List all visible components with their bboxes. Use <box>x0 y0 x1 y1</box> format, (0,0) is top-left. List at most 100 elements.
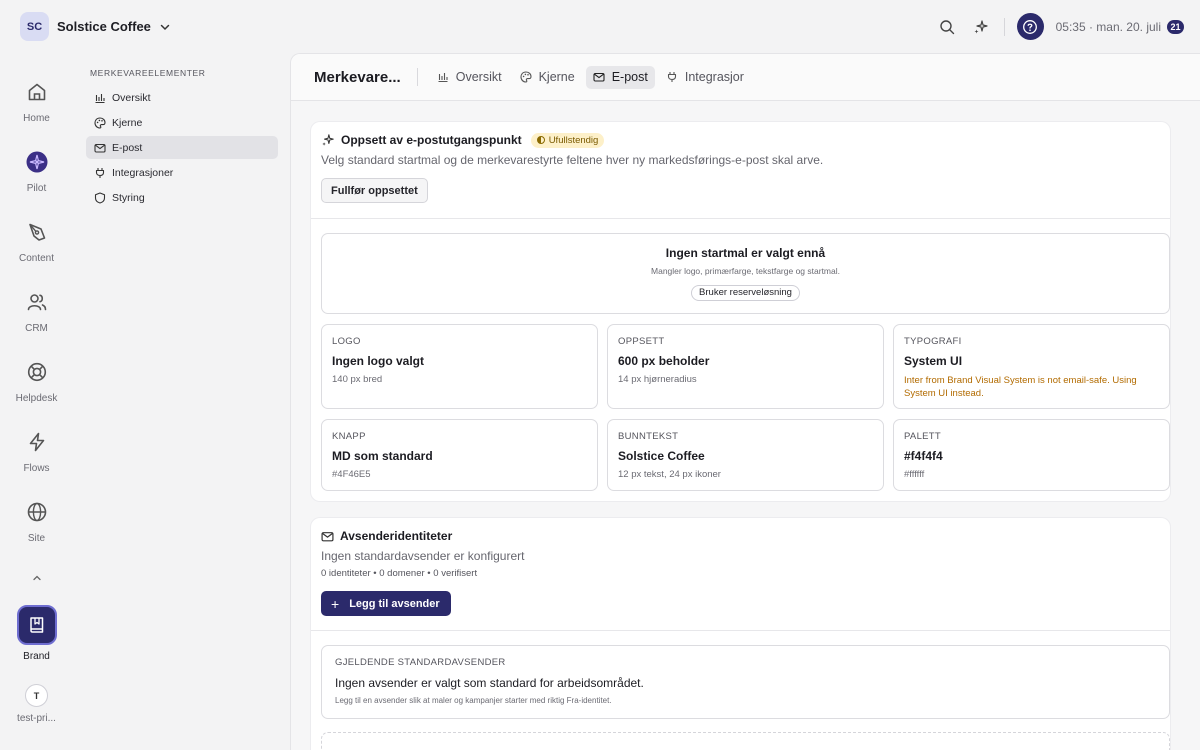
tile-label: LOGO <box>332 336 361 347</box>
tile-palette[interactable]: PALETT #f4f4f4 #ffffff <box>893 419 1170 491</box>
palette-icon <box>520 71 533 84</box>
workspace-avatar[interactable]: SC <box>20 12 49 41</box>
bar-chart-icon <box>93 91 106 104</box>
mail-icon <box>321 530 334 543</box>
subnav-label: Kjerne <box>112 116 143 129</box>
sender-placeholder <box>321 732 1170 750</box>
help-button[interactable] <box>1016 13 1044 40</box>
rail-item-home[interactable]: Home <box>0 79 73 124</box>
palette-icon <box>93 116 106 129</box>
bar-chart-icon <box>437 71 450 84</box>
tab-divider <box>416 68 418 86</box>
chevron-up-icon <box>24 565 50 591</box>
tile-layout[interactable]: OPPSETT 600 px beholder 14 px hjørneradi… <box>607 324 884 409</box>
tab-label: Oversikt <box>455 70 502 84</box>
sparkles-icon <box>321 133 335 147</box>
tile-sub: 140 px bred <box>332 374 383 385</box>
tile-logo[interactable]: LOGO Ingen logo valgt 140 px bred <box>321 324 598 409</box>
email-setup-card: Oppsett av e-postutgangspunkt Ufullstend… <box>311 122 1170 501</box>
sender-identities-card: Avsenderidentiteter Ingen standardavsend… <box>311 518 1170 750</box>
notice-subtitle: Mangler logo, primærfarge, tekstfarge og… <box>651 266 840 276</box>
shield-icon <box>93 191 106 204</box>
rail-label: Flows <box>23 463 50 474</box>
lifebuoy-icon <box>24 359 50 385</box>
tile-label: PALETT <box>904 431 941 442</box>
rail-item-content[interactable]: Content <box>0 219 73 264</box>
rail-user[interactable]: T test-pri... <box>0 684 73 724</box>
avatar: T <box>25 684 48 707</box>
chevron-down-icon[interactable] <box>159 20 173 34</box>
tile-sub: #ffffff <box>904 469 925 480</box>
default-sender-box: GJELDENDE STANDARDAVSENDER Ingen avsende… <box>321 645 1170 719</box>
add-sender-button[interactable]: + Legg til avsender <box>321 591 451 616</box>
rail-label: Pilot <box>26 183 47 194</box>
tile-value: MD som standard <box>332 449 433 463</box>
main-panel: Merkevare... Oversikt Kjerne E-post Inte… <box>290 53 1200 750</box>
subnav-title: MERKEVAREELEMENTER <box>90 68 206 78</box>
tile-footer[interactable]: BUNNTEKST Solstice Coffee 12 px tekst, 2… <box>607 419 884 491</box>
rail-item-crm[interactable]: CRM <box>0 289 73 334</box>
rail-item-pilot[interactable]: Pilot <box>0 149 73 194</box>
tab-kjerne[interactable]: Kjerne <box>513 66 582 89</box>
rail-item-flows[interactable]: Flows <box>0 429 73 474</box>
rail-label: CRM <box>25 323 48 334</box>
tile-label: TYPOGRAFI <box>904 336 962 347</box>
mail-icon <box>593 71 606 84</box>
subnav-item-epost[interactable]: E-post <box>86 136 278 159</box>
user-label: test-pri... <box>17 713 56 724</box>
subnav-label: Oversikt <box>112 91 151 104</box>
tile-button[interactable]: KNAPP MD som standard #4F46E5 <box>321 419 598 491</box>
plug-icon <box>93 166 106 179</box>
rail-item-site[interactable]: Site <box>0 499 73 544</box>
users-icon <box>24 289 50 315</box>
workspace-name[interactable]: Solstice Coffee <box>57 19 151 34</box>
subnav-label: Styring <box>112 191 145 204</box>
tile-value: Ingen logo valgt <box>332 354 424 368</box>
notification-badge[interactable]: 21 <box>1167 19 1184 34</box>
tab-label: Kjerne <box>538 70 575 84</box>
tab-oversikt[interactable]: Oversikt <box>430 66 509 89</box>
tile-sub: 14 px hjørneradius <box>618 374 697 385</box>
tab-epost[interactable]: E-post <box>585 65 655 89</box>
topbar-divider <box>1003 17 1005 36</box>
tabs-bar: Merkevare... Oversikt Kjerne E-post Inte… <box>291 54 1200 101</box>
tile-typography[interactable]: TYPOGRAFI System UI Inter from Brand Vis… <box>893 324 1170 409</box>
subnav-item-kjerne[interactable]: Kjerne <box>86 111 278 134</box>
card-divider <box>311 218 1170 219</box>
tile-sub: 12 px tekst, 24 px ikoner <box>618 469 721 480</box>
home-icon <box>24 79 50 105</box>
rail-label: Helpdesk <box>15 393 58 404</box>
search-icon[interactable] <box>936 16 958 38</box>
complete-setup-button[interactable]: Fullfør oppsettet <box>321 178 428 203</box>
sparkles-icon[interactable] <box>970 16 992 38</box>
subnav-label: Integrasjoner <box>112 166 174 179</box>
lightning-icon <box>24 429 50 455</box>
pen-nib-icon <box>24 219 50 245</box>
tile-value: Solstice Coffee <box>618 449 705 463</box>
default-sender-title: Ingen avsender er valgt som standard for… <box>335 676 644 690</box>
rail-label: Brand <box>23 651 50 662</box>
rail-label: Site <box>27 533 46 544</box>
tab-label: E-post <box>611 70 648 84</box>
tab-integrasjoner[interactable]: Integrasjor <box>659 66 751 89</box>
rail-item-helpdesk[interactable]: Helpdesk <box>0 359 73 404</box>
subnav-item-integrasjoner[interactable]: Integrasjoner <box>86 161 278 184</box>
rail-collapse-button[interactable] <box>0 565 73 591</box>
tab-label: Integrasjor <box>684 70 744 84</box>
card-divider <box>311 630 1170 631</box>
help-icon <box>1023 19 1038 34</box>
subnav-item-oversikt[interactable]: Oversikt <box>86 86 278 109</box>
page-title: Merkevare... <box>314 68 401 86</box>
no-template-notice: Ingen startmal er valgt ennå Mangler log… <box>321 233 1170 314</box>
tile-label: KNAPP <box>332 431 366 442</box>
notice-title: Ingen startmal er valgt ennå <box>665 246 826 260</box>
status-badge-label: Ufullstendig <box>548 134 599 146</box>
tile-warning: Inter from Brand Visual System is not em… <box>904 375 1137 399</box>
fallback-pill: Bruker reserveløsning <box>691 285 800 301</box>
subnav-item-styring[interactable]: Styring <box>86 186 278 209</box>
rail-label: Content <box>18 253 55 264</box>
rail-item-brand[interactable]: Brand <box>0 605 73 662</box>
brand-book-icon <box>16 605 57 645</box>
default-sender-sub: Legg til en avsender slik at maler og ka… <box>335 696 612 705</box>
globe-icon <box>24 499 50 525</box>
